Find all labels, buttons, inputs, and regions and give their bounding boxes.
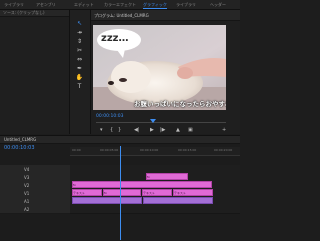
audio-clip[interactable]	[72, 197, 142, 204]
track-label: V1	[24, 191, 30, 196]
audio-clip[interactable]	[143, 197, 213, 204]
timeline-title: Untitled_CLMRG	[4, 137, 37, 142]
track-lane[interactable]	[70, 205, 240, 214]
clip[interactable]: テキスト	[72, 189, 102, 196]
workspace-tab-header[interactable]: ヘッダー	[210, 2, 226, 8]
ruler-tick: 00:00:15:00	[178, 148, 197, 152]
source-panel-header: ソース: (クリップなし)	[0, 10, 69, 17]
clip-label: テキスト	[143, 191, 155, 195]
step-back-icon[interactable]: ◀|	[134, 127, 140, 133]
workspace-tab-libraries[interactable]: ライブラリ	[4, 2, 24, 8]
program-monitor-header: プログラム: Untitled_CLMRG	[91, 10, 240, 21]
track-label: V3	[24, 175, 30, 180]
workspace-tab-assembly[interactable]: アセンブリ	[36, 2, 56, 8]
workspace-tab-libraries-2[interactable]: ライブラリ	[176, 2, 196, 8]
track-select-icon[interactable]: ↠	[75, 29, 84, 36]
clip-label: テキスト	[174, 191, 186, 195]
caption-bottom: お腹いっぱいになったらおやすみ	[134, 100, 226, 108]
ripple-edit-icon[interactable]: ⇕	[75, 38, 84, 45]
video-frame[interactable]: zzz… お腹いっぱいになったらおやすみ	[93, 25, 226, 110]
add-button-icon[interactable]: +	[222, 127, 226, 133]
clip-label: テキスト	[73, 191, 85, 195]
lift-icon[interactable]: ▲	[176, 127, 180, 133]
ruler-tick: 00:00:05:00	[100, 148, 119, 152]
clip-label: fx	[147, 175, 150, 179]
timeline-header: Untitled_CLMRG	[0, 136, 240, 144]
mark-in-icon[interactable]: {	[110, 127, 113, 133]
mark-out-icon[interactable]: }	[118, 127, 121, 133]
workspace-tab-color[interactable]: カラー	[104, 2, 116, 8]
clip[interactable]: fx	[103, 189, 141, 196]
clip[interactable]: fx	[146, 173, 188, 180]
slip-tool-icon[interactable]: ⇔	[75, 56, 84, 63]
program-playhead[interactable]	[150, 119, 156, 123]
hand-tool-icon[interactable]: ✋	[75, 74, 84, 81]
timeline-timecode[interactable]: 00:00:10:03	[4, 145, 35, 151]
step-forward-icon[interactable]: |▶	[160, 127, 166, 133]
type-tool-icon[interactable]: T	[75, 83, 84, 90]
workspace-tab-effects[interactable]: エフェクト	[116, 2, 136, 8]
track-header-a2[interactable]: A2	[0, 205, 70, 214]
workspace-bar: ライブラリ アセンブリ エディット カラー エフェクト グラフィック ライブラリ…	[0, 0, 240, 10]
workspace-tab-edit[interactable]: エディット	[74, 2, 94, 8]
ruler-tick: 00:00:20:00	[214, 148, 233, 152]
razor-tool-icon[interactable]: ✂	[75, 47, 84, 54]
marker-icon[interactable]: ▾	[100, 127, 103, 133]
play-icon[interactable]: ▶	[150, 127, 154, 133]
ruler-tick: 00:00	[72, 148, 81, 152]
program-scrub-bar[interactable]	[96, 122, 226, 123]
track-label: A1	[24, 199, 30, 204]
ruler-tick: 00:00:10:00	[140, 148, 159, 152]
clip-label: fx	[73, 183, 76, 187]
caption-top: zzz…	[101, 33, 129, 44]
track-label: V4	[24, 167, 30, 172]
clip[interactable]: テキスト	[173, 189, 213, 196]
source-panel: ソース: (クリップなし)	[0, 10, 70, 134]
program-timecode[interactable]: 00:00:10:03	[96, 114, 123, 119]
tools-panel: ↖ ↠ ⇕ ✂ ⇔ ✒ ✋ T	[70, 10, 91, 134]
active-tab-indicator	[143, 8, 167, 9]
timeline-playhead[interactable]	[120, 146, 121, 240]
source-panel-title: ソース: (クリップなし)	[3, 10, 45, 15]
clip[interactable]: fx	[72, 181, 212, 188]
pen-tool-icon[interactable]: ✒	[75, 65, 84, 72]
track-label: V2	[24, 183, 30, 188]
track-label: A2	[24, 207, 30, 212]
clip[interactable]: テキスト	[142, 189, 172, 196]
program-monitor-title: プログラム: Untitled_CLMRG	[94, 13, 149, 18]
clip-label: fx	[104, 191, 107, 195]
selection-tool-icon[interactable]: ↖	[75, 20, 84, 27]
export-frame-icon[interactable]: ▣	[188, 127, 193, 133]
